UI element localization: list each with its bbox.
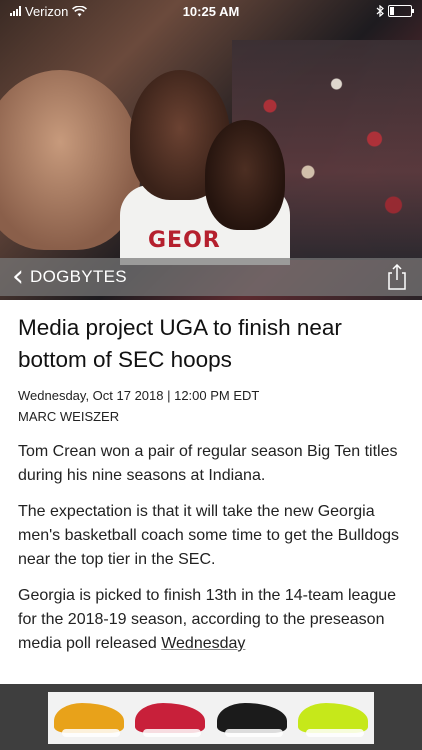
back-button[interactable]: ‹ DOGBYTES — [0, 258, 127, 296]
hero-jersey-text: GEOR — [148, 228, 221, 253]
hero-player-1 — [0, 70, 140, 250]
status-bar: Verizon 10:25 AM — [0, 0, 422, 22]
wifi-icon — [72, 5, 88, 16]
share-icon[interactable] — [386, 264, 408, 290]
ad-shoe-1 — [53, 703, 124, 737]
article-nav-bar: ‹ DOGBYTES — [0, 258, 422, 296]
article-body: Media project UGA to finish near bottom … — [18, 312, 408, 668]
ad-banner[interactable] — [48, 692, 374, 744]
article-dateline: Wednesday, Oct 17 2018 | 12:00 PM EDT — [18, 388, 260, 403]
ad-shoe-2 — [135, 703, 206, 737]
carrier-label: Verizon — [25, 3, 69, 19]
article-paragraph-1: Tom Crean won a pair of regular season B… — [18, 443, 398, 484]
article-headline: Media project UGA to finish near bottom … — [18, 315, 342, 372]
ad-shoe-4 — [298, 703, 369, 737]
battery-icon — [388, 5, 414, 17]
bluetooth-icon — [376, 5, 384, 17]
article-paragraph-3: Georgia is picked to finish 13th in the … — [18, 584, 408, 656]
wednesday-link[interactable]: Wednesday — [161, 635, 245, 652]
ad-bar — [0, 684, 422, 750]
article-paragraph-2: The expectation is that it will take the… — [18, 503, 400, 568]
hero-player-3 — [205, 120, 285, 230]
back-label: DOGBYTES — [30, 267, 127, 286]
hero-image: GEOR — [0, 0, 422, 300]
battery-fill — [390, 7, 394, 15]
ad-shoe-3 — [216, 703, 287, 737]
signal-icon — [10, 6, 21, 16]
article-author: MARC WEISZER — [18, 409, 120, 424]
chevron-left-icon: ‹ — [12, 259, 24, 294]
